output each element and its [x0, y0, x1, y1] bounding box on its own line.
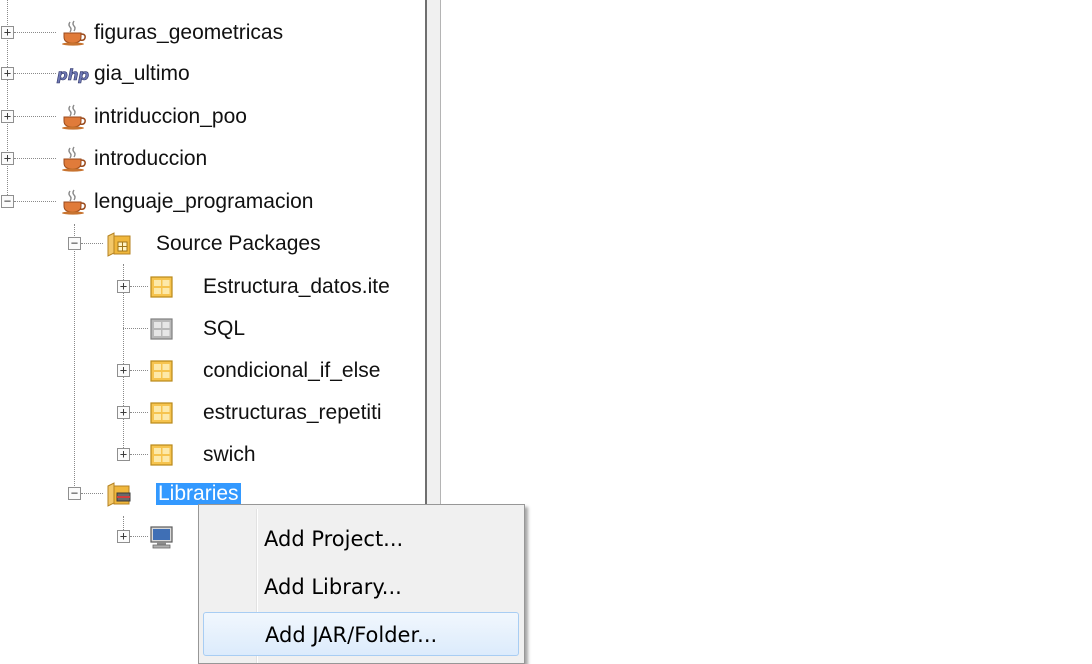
tree-node-label: Libraries: [156, 482, 241, 505]
libraries-icon: [107, 482, 131, 507]
menu-item-add-jar-folder[interactable]: Add JAR/Folder...: [203, 612, 519, 656]
tree-node-source-packages[interactable]: − Source Packages: [0, 226, 425, 262]
expand-toggle[interactable]: +: [117, 280, 130, 293]
java-cup-icon: [62, 20, 86, 46]
jdk-icon: [150, 526, 173, 549]
package-icon: [150, 276, 173, 298]
tree-connector-line: [81, 243, 103, 244]
java-cup-icon: [62, 104, 86, 130]
tree-node-figuras-geometricas[interactable]: + figuras_geometricas: [0, 15, 425, 51]
tree-node-label: intriduccion_poo: [94, 105, 247, 128]
tree-node-label: condicional_if_else: [203, 359, 381, 382]
expand-toggle[interactable]: +: [117, 530, 130, 543]
context-menu: Add Project... Add Library... Add JAR/Fo…: [198, 504, 525, 664]
menu-item-label: Add JAR/Folder...: [265, 623, 438, 647]
expand-toggle[interactable]: +: [1, 26, 14, 39]
tree-connector-line: [130, 454, 148, 455]
tree-node-intriduccion-poo[interactable]: + intriduccion_poo: [0, 99, 425, 135]
java-cup-icon: [62, 189, 86, 215]
tree-node-label: introduccion: [94, 147, 208, 170]
expand-toggle[interactable]: +: [117, 448, 130, 461]
menu-item-label: Add Project...: [264, 527, 404, 551]
empty-package-icon: [150, 318, 173, 340]
tree-connector-line: [14, 73, 56, 74]
tree-node-gia-ultimo[interactable]: + php gia_ultimo: [0, 56, 425, 92]
package-icon: [150, 360, 173, 382]
package-icon: [150, 444, 173, 466]
tree-node-introduccion[interactable]: + introduccion: [0, 141, 425, 177]
collapse-toggle[interactable]: −: [68, 487, 81, 500]
source-packages-icon: [107, 232, 131, 257]
tree-connector-line: [14, 116, 56, 117]
collapse-toggle[interactable]: −: [68, 237, 81, 250]
tree-connector-line: [123, 328, 148, 329]
expand-toggle[interactable]: +: [1, 67, 14, 80]
expand-toggle[interactable]: +: [1, 152, 14, 165]
editor-area: [441, 0, 1092, 659]
expand-toggle[interactable]: +: [117, 364, 130, 377]
php-icon: php: [56, 66, 90, 85]
tree-connector-line: [130, 370, 148, 371]
tree-node-label: estructuras_repetiti: [203, 401, 382, 424]
tree-node-lenguaje-programacion[interactable]: − lenguaje_programacion: [0, 184, 425, 220]
tree-node-label: SQL: [203, 317, 246, 340]
tree-node-label: gia_ultimo: [94, 62, 190, 85]
package-icon: [150, 402, 173, 424]
menu-item-add-library[interactable]: Add Library...: [203, 565, 519, 609]
tree-connector-line: [130, 286, 148, 287]
menu-item-label: Add Library...: [264, 575, 402, 599]
tree-connector-line: [14, 201, 56, 202]
tree-node-label: Source Packages: [156, 232, 321, 255]
tree-node-label: Estructura_datos.ite: [203, 275, 390, 298]
tree-node-package-sql[interactable]: SQL: [0, 311, 425, 347]
collapse-toggle[interactable]: −: [1, 195, 14, 208]
tree-node-package[interactable]: + estructuras_repetiti: [0, 395, 425, 431]
tree-connector-line: [81, 493, 103, 494]
tree-node-label: swich: [203, 443, 256, 466]
expand-toggle[interactable]: +: [1, 110, 14, 123]
svg-text:php: php: [56, 66, 89, 84]
tree-node-package[interactable]: + Estructura_datos.ite: [0, 269, 425, 305]
tree-connector-line: [130, 536, 148, 537]
tree-node-label: lenguaje_programacion: [94, 190, 314, 213]
expand-toggle[interactable]: +: [117, 406, 130, 419]
tree-node-package[interactable]: + condicional_if_else: [0, 353, 425, 389]
tree-connector-line: [130, 412, 148, 413]
tree-connector-line: [14, 32, 56, 33]
menu-item-add-project[interactable]: Add Project...: [203, 517, 519, 561]
tree-connector-line: [14, 158, 56, 159]
tree-node-label: figuras_geometricas: [94, 21, 284, 44]
java-cup-icon: [62, 146, 86, 172]
tree-node-package[interactable]: + swich: [0, 437, 425, 473]
